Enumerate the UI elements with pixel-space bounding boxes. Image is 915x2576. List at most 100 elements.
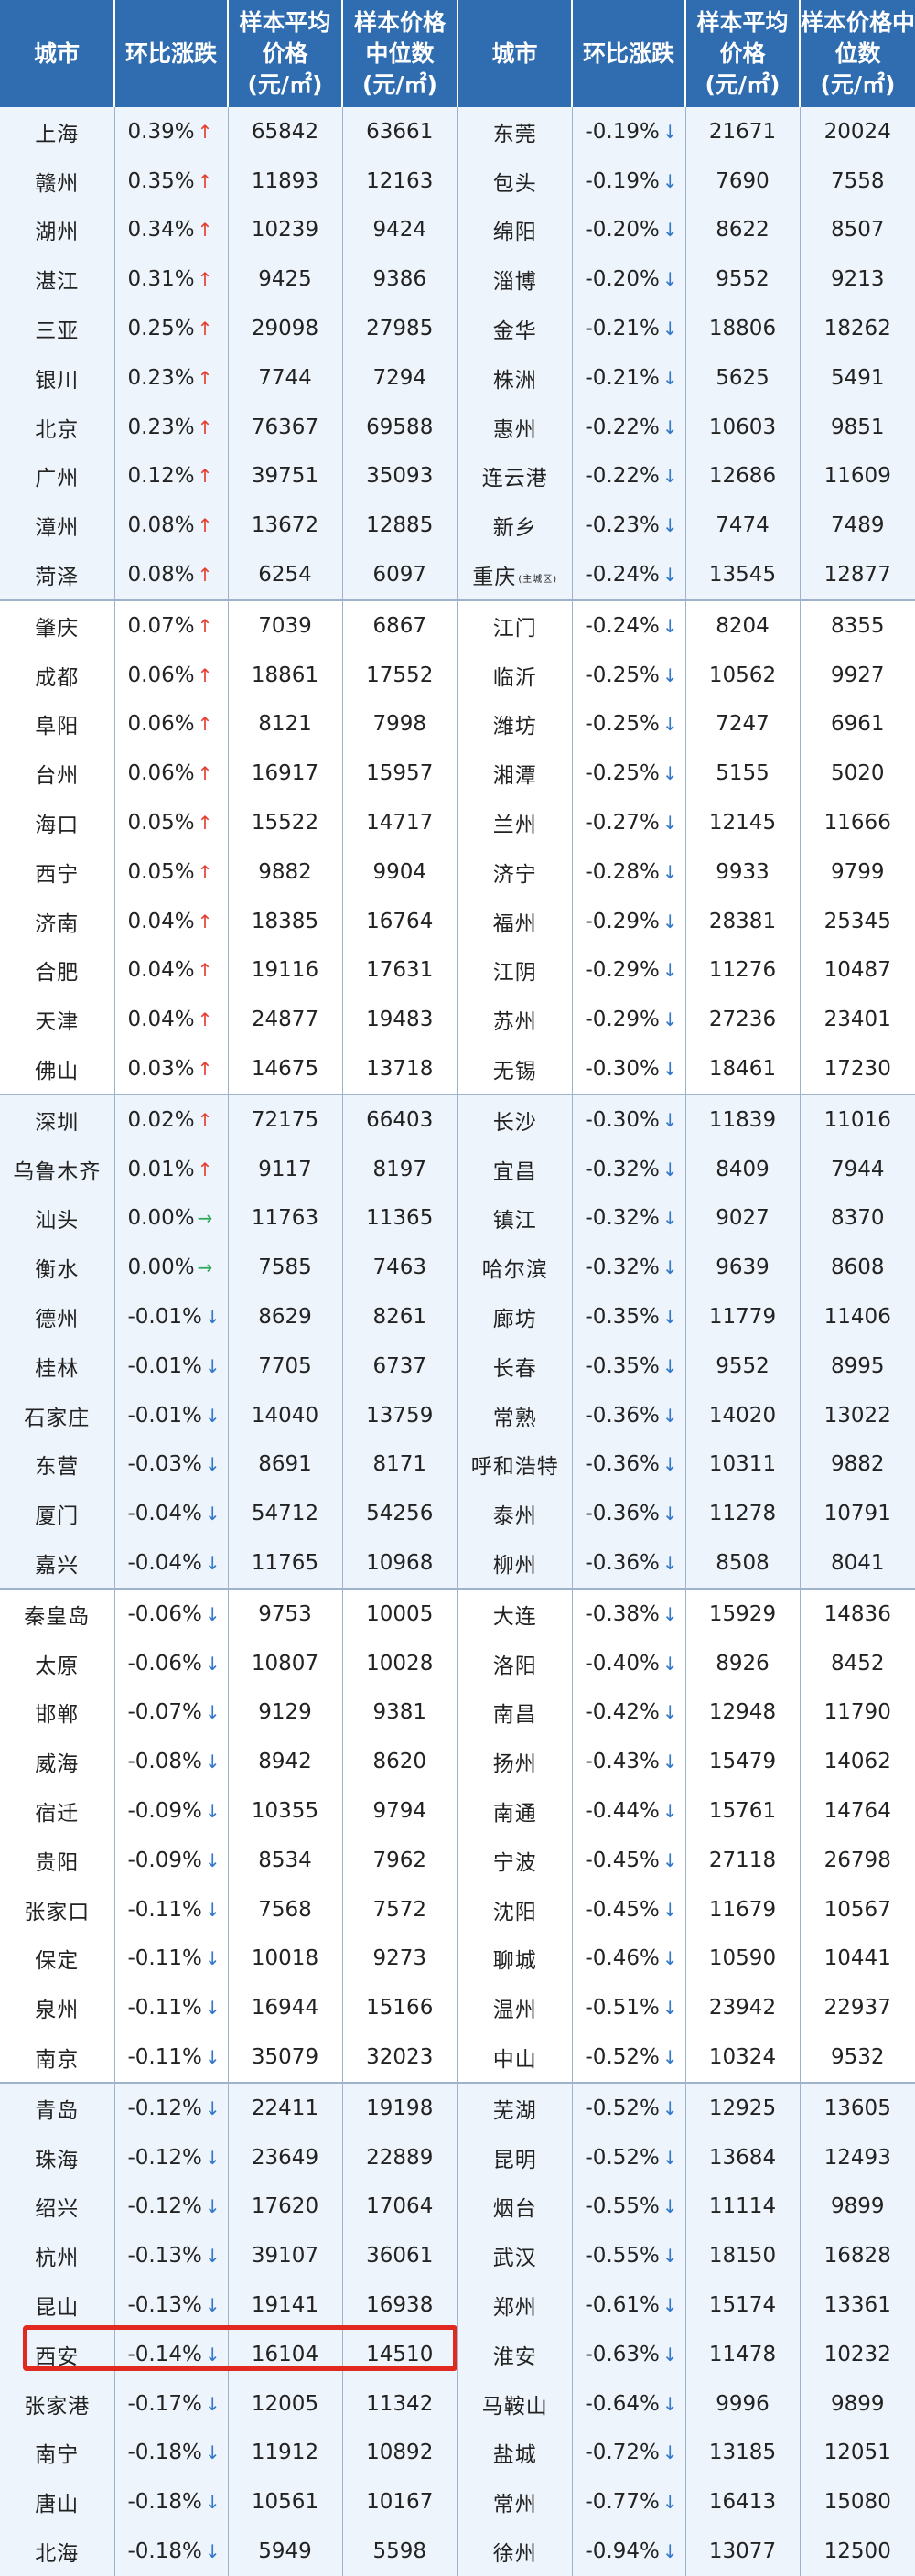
median-price-cell: 7962 [342, 1835, 458, 1885]
city-cell: 福州 [458, 896, 573, 946]
median-price-cell: 8507 [800, 205, 915, 255]
median-price-cell: 26798 [800, 1835, 915, 1885]
median-price-cell: 16828 [800, 2231, 915, 2281]
arrow-down-icon: ↓ [662, 2045, 678, 2068]
arrow-down-icon: ↓ [662, 1652, 678, 1675]
median-price-cell: 10968 [342, 1538, 458, 1589]
arrow-down-icon: ↓ [204, 1898, 221, 1921]
median-price-cell: 5020 [800, 749, 915, 799]
avg-price-cell: 16413 [685, 2477, 801, 2527]
change-cell: -0.09% ↓ [114, 1786, 229, 1836]
change-value: 0.05% [127, 811, 195, 835]
city-name: 大连 [492, 1604, 537, 1629]
table-row: 太原 -0.06% ↓ 10807 10028 洛阳 -0.40% ↓ 8926 8452 [0, 1638, 915, 1688]
change-cell: -0.64% ↓ [572, 2378, 686, 2429]
header-median-price: 样本价格中位数 (元/㎡) [342, 0, 458, 107]
median-price-cell: 16938 [342, 2280, 458, 2330]
median-price-cell: 9424 [342, 205, 458, 255]
change-value: -0.52% [585, 2044, 660, 2069]
change-cell: 0.04% ↑ [114, 995, 229, 1045]
city-cell: 南京 [0, 2032, 115, 2083]
change-cell: -0.61% ↓ [572, 2280, 686, 2330]
avg-price-cell: 18461 [685, 1044, 801, 1094]
city-name: 镇江 [492, 1209, 537, 1234]
table-row: 成都 0.06% ↑ 18861 17552 临沂 -0.25% ↓ 10562 9927 [0, 650, 915, 700]
change-value: -0.29% [585, 909, 660, 933]
city-cell: 银川 [0, 352, 115, 403]
arrow-down-icon: ↓ [204, 1354, 221, 1377]
city-name: 西安 [35, 2344, 80, 2369]
change-value: 0.08% [127, 563, 195, 587]
arrow-down-icon: ↓ [204, 1404, 221, 1427]
city-cell: 张家港 [0, 2378, 115, 2429]
change-cell: -0.72% ↓ [572, 2428, 686, 2478]
avg-price-cell: 19116 [228, 945, 343, 996]
median-price-cell: 10441 [800, 1934, 915, 1984]
change-cell: -0.13% ↓ [114, 2280, 229, 2330]
median-price-cell: 12163 [342, 156, 458, 206]
city-cell: 合肥 [0, 945, 115, 996]
city-cell: 珠海 [0, 2132, 115, 2183]
city-name: 宜昌 [492, 1159, 537, 1184]
arrow-down-icon: ↓ [662, 2441, 678, 2464]
change-value: -0.11% [127, 1996, 202, 2021]
change-cell: -0.27% ↓ [572, 798, 686, 847]
arrow-down-icon: ↓ [662, 860, 678, 883]
arrow-down-icon: ↓ [204, 1947, 221, 1970]
city-name: 淮安 [492, 2344, 537, 2369]
median-price-cell: 10487 [800, 945, 915, 996]
city-name: 廊坊 [492, 1308, 537, 1332]
avg-price-cell: 15174 [685, 2280, 801, 2330]
median-price-cell: 18262 [800, 304, 915, 353]
avg-price-cell: 6254 [228, 550, 343, 600]
city-name: 新乡 [492, 516, 537, 541]
change-cell: -0.45% ↓ [572, 1835, 686, 1885]
avg-price-cell: 10807 [228, 1638, 343, 1688]
median-price-cell: 12500 [800, 2527, 915, 2576]
avg-price-cell: 18150 [685, 2231, 801, 2281]
median-price-cell: 7998 [342, 699, 458, 749]
change-value: -0.19% [585, 168, 660, 193]
table-row: 珠海 -0.12% ↓ 23649 22889 昆明 -0.52% ↓ 13684 12493 [0, 2132, 915, 2183]
table-row: 保定 -0.11% ↓ 10018 9273 聊城 -0.46% ↓ 10590 10441 [0, 1934, 915, 1984]
city-cell: 贵阳 [0, 1835, 115, 1885]
arrow-down-icon: ↓ [662, 1997, 678, 2020]
median-price-cell: 11342 [342, 2378, 458, 2429]
city-cell: 杭州 [0, 2231, 115, 2281]
avg-price-cell: 13545 [685, 550, 801, 600]
header-avg-price: 样本平均价格 (元/㎡) [685, 0, 801, 107]
city-cell: 济宁 [458, 846, 573, 897]
median-price-cell: 9381 [342, 1687, 458, 1738]
change-value: -0.32% [585, 1206, 660, 1231]
table-row: 上海 0.39% ↑ 65842 63661 东莞 -0.19% ↓ 21671 20024 [0, 107, 915, 156]
table-row: 张家口 -0.11% ↓ 7568 7572 沈阳 -0.45% ↓ 11679 10567 [0, 1884, 915, 1935]
avg-price-cell: 13684 [685, 2132, 801, 2183]
median-price-cell: 17064 [342, 2182, 458, 2232]
table-row: 衡水 0.00% → 7585 7463 哈尔滨 -0.32% ↓ 9639 8608 [0, 1243, 915, 1293]
table-row: 济南 0.04% ↑ 18385 16764 福州 -0.29% ↓ 28381 25345 [0, 896, 915, 946]
arrow-down-icon: ↓ [662, 2293, 678, 2316]
arrow-down-icon: ↓ [662, 169, 678, 192]
table-row: 贵阳 -0.09% ↓ 8534 7962 宁波 -0.45% ↓ 27118 26798 [0, 1835, 915, 1885]
city-cell: 江阴 [458, 945, 573, 996]
city-cell: 桂林 [0, 1341, 115, 1391]
arrow-down-icon: ↓ [204, 1848, 221, 1871]
table-row: 嘉兴 -0.04% ↓ 11765 10968 柳州 -0.36% ↓ 8508 8041 [0, 1538, 915, 1589]
avg-price-cell: 8534 [228, 1835, 343, 1885]
city-cell: 汕头 [0, 1193, 115, 1244]
avg-price-cell: 5155 [685, 749, 801, 799]
change-value: -0.20% [585, 218, 660, 243]
city-name: 金华 [492, 319, 537, 344]
arrow-up-icon: ↑ [197, 514, 213, 537]
city-name: 西宁 [35, 862, 80, 887]
city-name: 肇庆 [35, 616, 80, 641]
city-name: 昆山 [35, 2295, 80, 2320]
arrow-down-icon: ↓ [662, 1947, 678, 1970]
city-cell: 金华 [458, 304, 573, 353]
city-name: 太原 [35, 1654, 80, 1678]
city-name: 湖州 [35, 221, 80, 245]
city-cell: 柳州 [458, 1538, 573, 1589]
median-price-cell: 8370 [800, 1193, 915, 1244]
change-value: -0.18% [127, 2441, 202, 2465]
city-cell: 三亚 [0, 304, 115, 353]
